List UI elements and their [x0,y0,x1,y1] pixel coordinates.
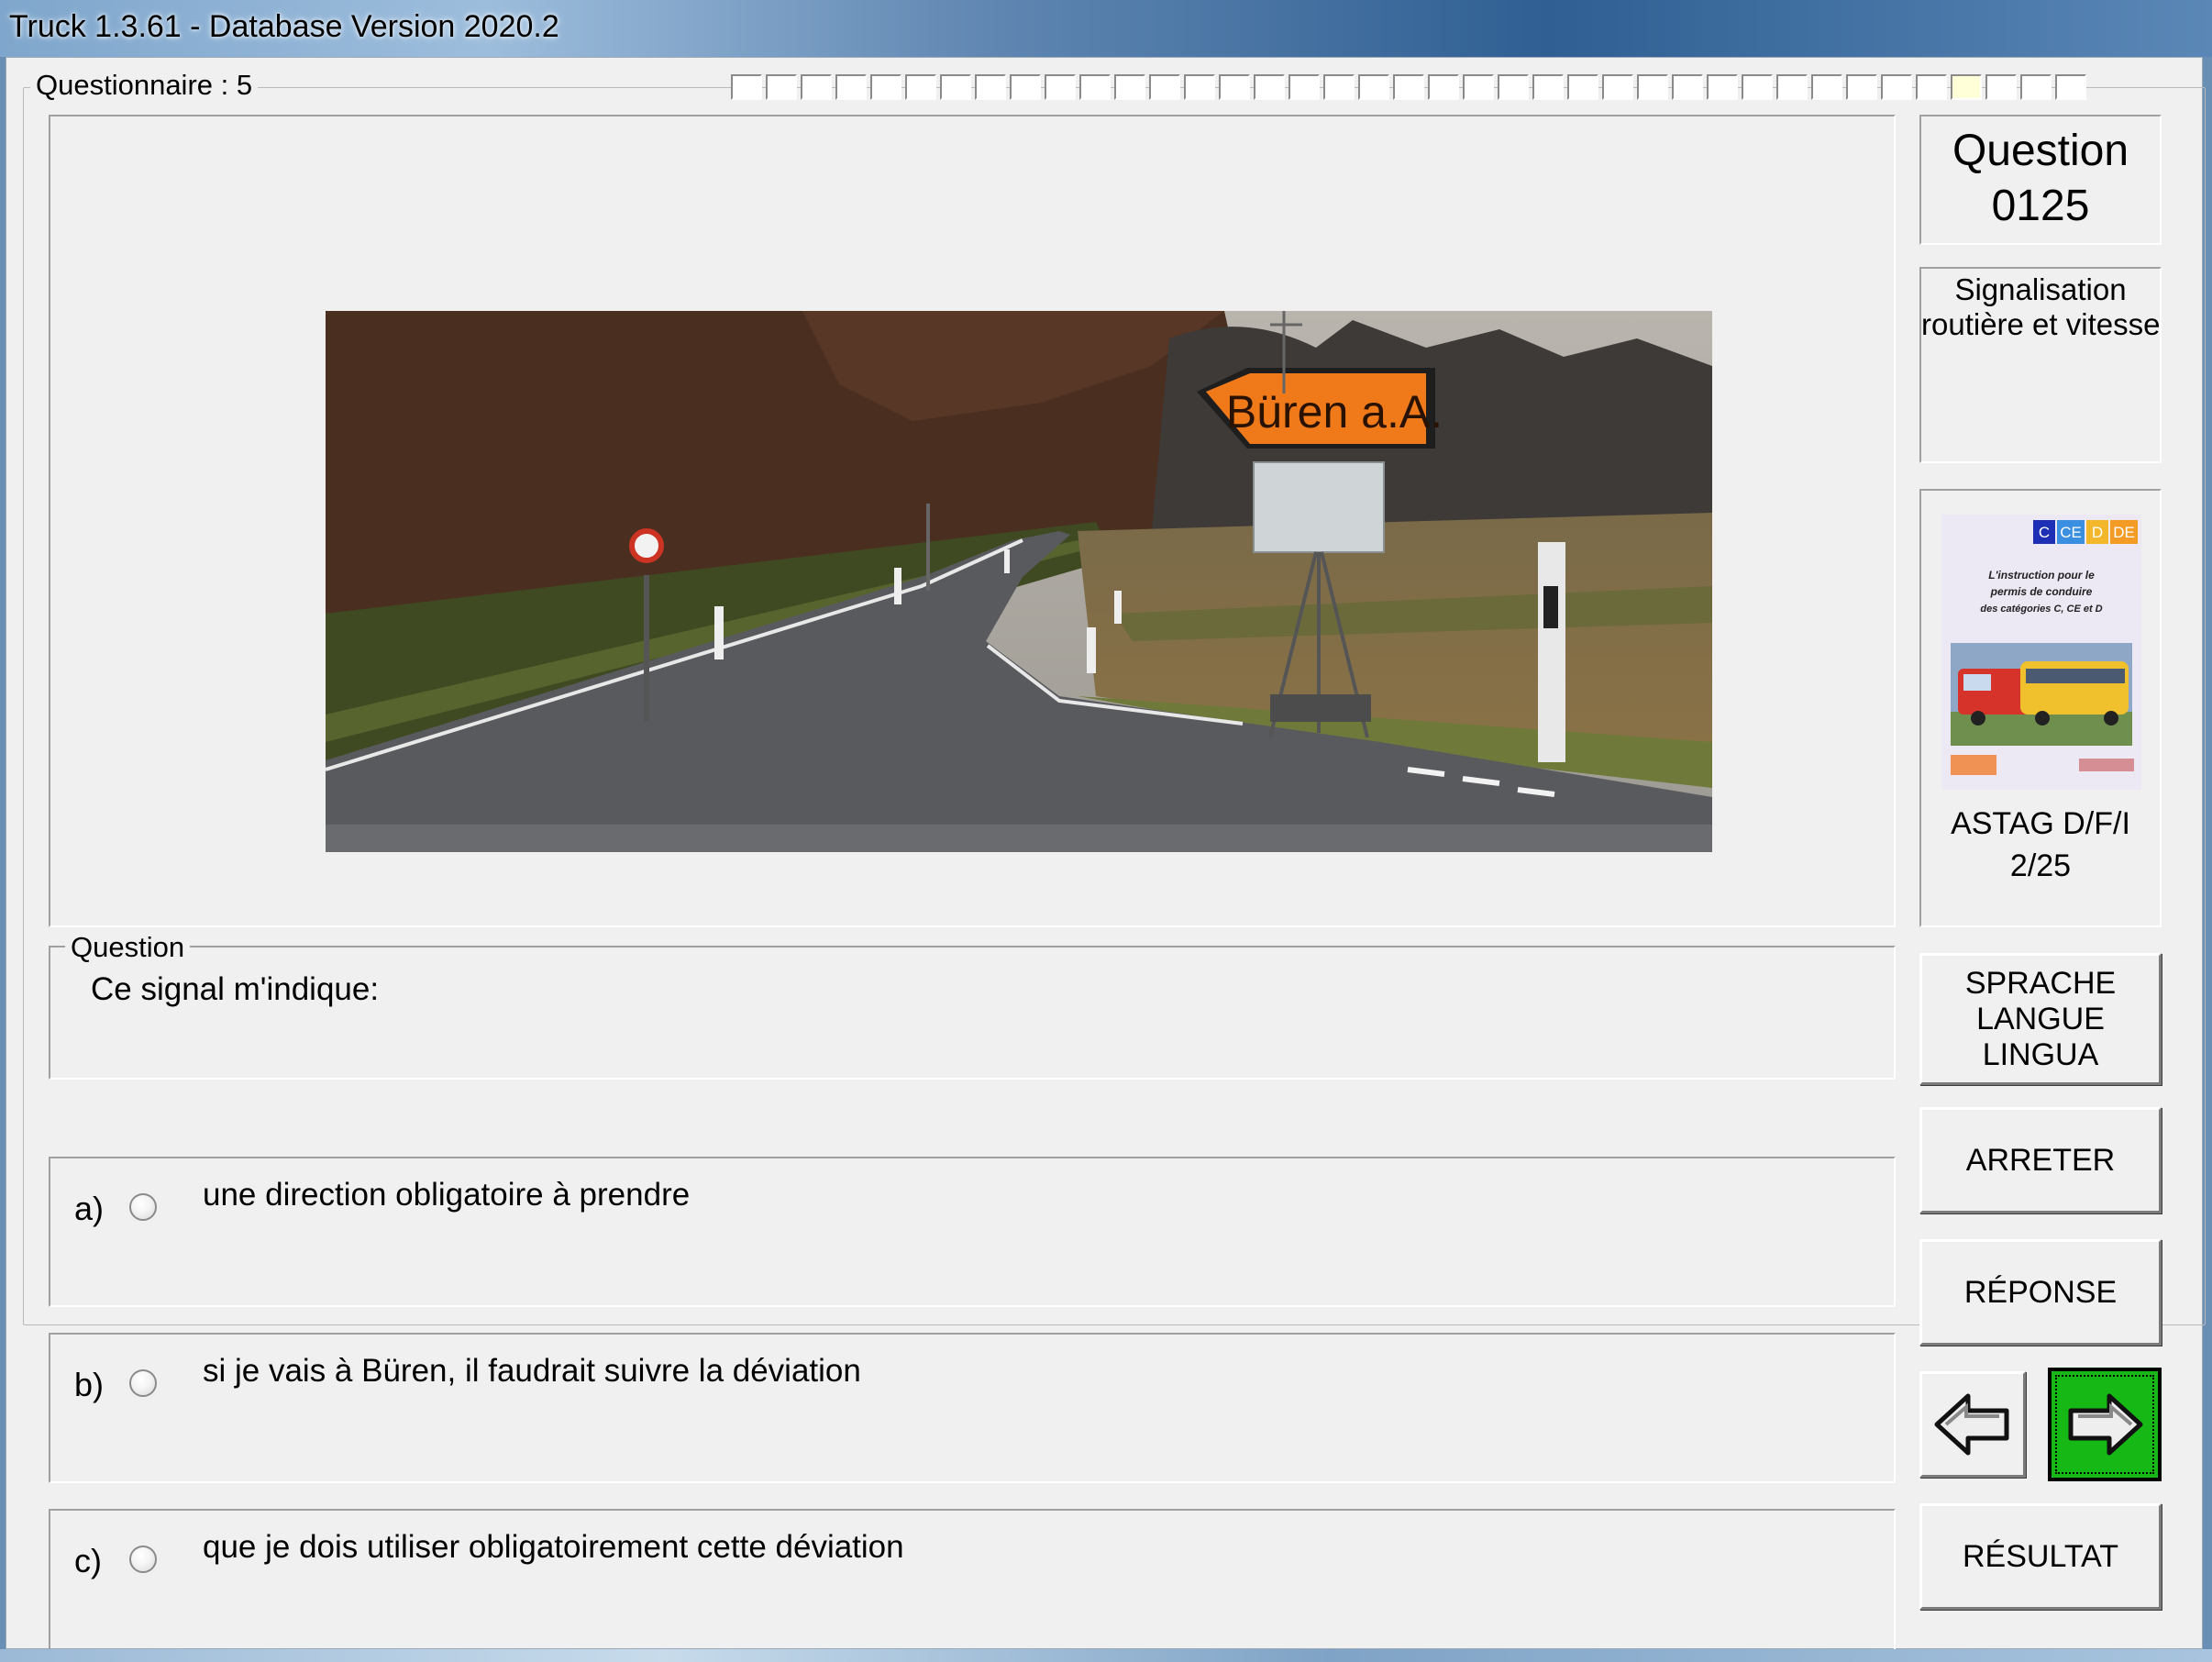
progress-cell [1846,74,1877,100]
book-cover-image: C CE D DE L'instruction pour le permis d… [1941,515,2141,790]
main-window: Questionnaire : 5 Büren a.A. Question 01… [6,57,2206,1659]
answer-a[interactable]: a) une direction obligatoire à prendre [49,1157,1896,1307]
progress-cell [1358,74,1389,100]
language-label-fr: LANGUE [1976,1001,2105,1036]
progress-cell [1776,74,1808,100]
progress-cell [1602,74,1633,100]
language-label-it: LINGUA [1982,1036,2099,1072]
progress-indicator [731,74,2086,100]
book-text-3: des catégories C, CE et D [1980,604,2102,615]
progress-cell [1672,74,1703,100]
category-panel: Signalisation routière et vitesse [1919,267,2162,463]
book-label-line-2: 2/25 [2009,848,2072,883]
progress-cell [870,74,901,100]
progress-cell [1951,74,1982,100]
progress-cell [2055,74,2086,100]
book-panel: C CE D DE L'instruction pour le permis d… [1919,489,2162,927]
response-button[interactable]: RÉPONSE [1919,1239,2162,1346]
focus-rectangle [2055,1375,2154,1474]
language-button[interactable]: SPRACHE LANGUE LINGUA [1919,953,2162,1085]
badge-d: D [2092,524,2103,541]
window-bottom-edge [0,1649,2212,1662]
answer-text[interactable]: que je dois utiliser obligatoirement cet… [203,1529,904,1566]
progress-cell [1393,74,1424,100]
progress-cell [1149,74,1180,100]
language-label-de: SPRACHE [1964,965,2117,1001]
progress-cell [835,74,867,100]
question-number-label: Question [1952,127,2129,175]
progress-cell [766,74,797,100]
progress-cell [1010,74,1041,100]
answer-text[interactable]: si je vais à Büren, il faudrait suivre l… [203,1353,861,1390]
progress-cell [1114,74,1145,100]
question-box [49,946,1896,1080]
progress-cell [1323,74,1355,100]
result-button[interactable]: RÉSULTAT [1919,1503,2162,1610]
question-text: Ce signal m'indique: [91,971,380,1007]
answer-c[interactable]: c) que je dois utiliser obligatoirement … [49,1509,1896,1659]
progress-cell [2020,74,2052,100]
progress-cell [1707,74,1738,100]
next-button[interactable] [2048,1368,2162,1481]
answer-letter: b) [74,1366,105,1403]
question-number-panel: Question 0125 [1919,115,2162,245]
progress-cell [1881,74,1912,100]
answer-b[interactable]: b) si je vais à Büren, il faudrait suivr… [49,1333,1896,1483]
stop-button[interactable]: ARRETER [1919,1107,2162,1213]
question-number-value: 0125 [1991,182,2090,230]
image-panel: Büren a.A. [49,115,1896,927]
progress-cell [1288,74,1320,100]
window-title: Truck 1.3.61 - Database Version 2020.2 [0,0,596,57]
book-label-line-1: ASTAG D/F/I [1951,806,2130,841]
traffic-sign-photo: Büren a.A. [326,311,1712,852]
progress-cell [1567,74,1598,100]
progress-cell [1463,74,1494,100]
progress-cell [801,74,832,100]
book-text-2: permis de conduire [1990,585,2093,598]
progress-cell [1985,74,2017,100]
progress-cell [1428,74,1459,100]
progress-cell [1532,74,1564,100]
previous-button[interactable] [1919,1371,2026,1478]
arrow-left-icon [1934,1393,2009,1456]
sign-label: Büren a.A. [1226,386,1443,438]
badge-ce: CE [2060,524,2082,541]
answer-radio-a[interactable] [129,1193,157,1221]
questionnaire-label: Questionnaire : 5 [30,69,259,102]
progress-cell [905,74,936,100]
progress-cell [1219,74,1250,100]
progress-cell [940,74,971,100]
category-line-2: routière et vitesse [1921,307,2161,341]
progress-cell [1637,74,1668,100]
badge-de: DE [2113,524,2135,541]
progress-cell [1184,74,1215,100]
progress-cell [1079,74,1111,100]
answer-radio-b[interactable] [129,1369,157,1397]
progress-cell [1498,74,1529,100]
progress-cell [1811,74,1842,100]
badge-c: C [2039,524,2050,541]
book-label: ASTAG D/F/I 2/25 [1921,803,2160,887]
progress-cell [731,74,762,100]
answer-radio-c[interactable] [129,1546,157,1573]
answer-letter: a) [74,1190,105,1227]
title-bar[interactable]: Truck 1.3.61 - Database Version 2020.2 [0,0,2212,57]
answer-text[interactable]: une direction obligatoire à prendre [203,1177,690,1213]
progress-cell [1742,74,1773,100]
progress-cell [1916,74,1947,100]
answer-letter: c) [74,1542,102,1579]
book-text-1: L'instruction pour le [1988,569,2095,582]
progress-cell [975,74,1006,100]
progress-cell [1254,74,1285,100]
question-legend: Question [65,931,191,964]
category-line-1: Signalisation [1954,272,2127,306]
progress-cell [1045,74,1076,100]
